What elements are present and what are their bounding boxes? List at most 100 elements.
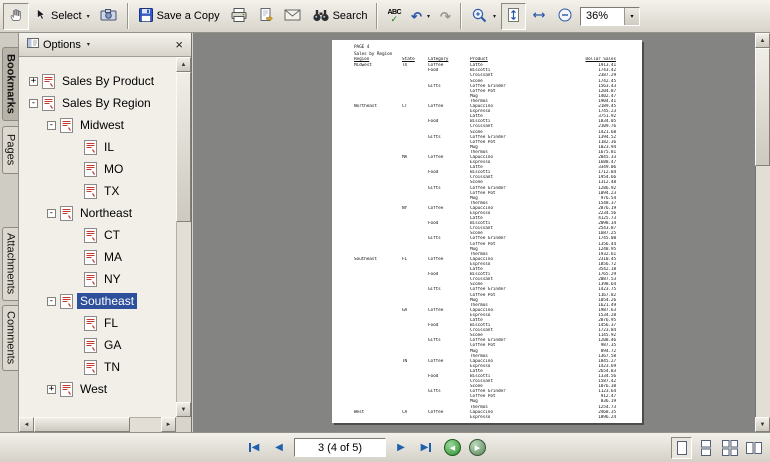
toolbar-separator [127,3,129,29]
snapshot-tool-button[interactable] [95,3,123,30]
bookmark-item[interactable]: - Midwest [19,114,176,136]
email-button[interactable] [279,3,307,30]
scroll-down-icon[interactable]: ▼ [755,417,770,432]
options-button[interactable]: Options ▾ [24,36,93,53]
scrollbar-thumb[interactable] [34,417,130,432]
next-view-button[interactable]: ▶ [469,439,486,456]
next-view-icon: ▶ [475,444,480,452]
tab-pages[interactable]: Pages [2,126,18,174]
expander-icon[interactable]: + [29,77,38,86]
first-page-bar [249,443,251,452]
previous-view-button[interactable]: ◀ [444,439,461,456]
scrollbar-thumb[interactable] [755,48,770,166]
zoom-level-value[interactable]: 36% [581,8,624,25]
bookmark-label: TX [101,183,122,199]
bookmarks-vertical-scrollbar[interactable]: ▲ ▼ [176,57,191,417]
last-page-button[interactable]: ▶ [416,437,436,458]
binoculars-icon [312,7,330,26]
bookmark-label: FL [101,315,121,331]
fit-page-button[interactable] [501,3,526,30]
bookmark-item[interactable]: IL [19,136,176,158]
bookmark-item[interactable]: MA [19,246,176,268]
zoom-tool-dropdown-icon[interactable]: ▾ [493,13,496,20]
fit-page-icon [506,7,521,26]
close-panel-button[interactable]: × [172,38,186,51]
scrollbar-corner [176,417,191,432]
scroll-down-icon[interactable]: ▼ [176,402,191,417]
tab-bookmarks[interactable]: Bookmarks [2,47,18,121]
undo-dropdown-icon[interactable]: ▾ [427,13,430,20]
expander-icon[interactable]: - [47,209,56,218]
bookmark-item[interactable]: GA [19,334,176,356]
column-header-state: State [402,57,428,62]
envelope-icon [284,8,302,25]
select-tool-button[interactable]: Select ▾ [29,3,95,30]
page-layout-buttons [671,437,764,459]
search-button[interactable]: Search [307,3,373,30]
expander-icon[interactable]: - [29,99,38,108]
bookmarks-panel: Options ▾ × + Sales By Product - Sales B… [19,33,192,432]
bookmark-item[interactable]: TX [19,180,176,202]
bookmark-page-icon [60,382,73,397]
bookmark-item[interactable]: TN [19,356,176,378]
fit-width-button[interactable] [526,3,552,30]
floppy-disk-icon [138,7,154,26]
expander-icon[interactable]: - [47,121,56,130]
bookmark-item[interactable]: CT [19,224,176,246]
bookmark-page-icon [84,228,97,243]
export-document-button[interactable] [253,3,279,30]
bookmark-item[interactable]: NY [19,268,176,290]
zoom-level-combobox[interactable]: 36% ▾ [580,7,640,26]
bookmark-item[interactable]: - Sales By Region [19,92,176,114]
bookmark-label: GA [101,337,124,353]
first-page-button[interactable]: ◀ [244,437,264,458]
bookmark-page-icon [84,360,97,375]
bookmark-item[interactable]: MO [19,158,176,180]
scroll-up-icon[interactable]: ▲ [755,33,770,48]
expander-icon[interactable]: + [47,385,56,394]
save-a-copy-button[interactable]: Save a Copy [133,3,225,30]
scrollbar-thumb[interactable] [176,72,191,222]
bookmark-label: Southeast [77,293,137,309]
document-vertical-scrollbar[interactable]: ▲ ▼ [755,33,770,432]
bookmark-page-icon [60,206,73,221]
cell-category [428,415,470,420]
bookmark-item[interactable]: - Northeast [19,202,176,224]
bookmark-item[interactable]: - Southeast [19,290,176,312]
bookmark-page-icon [84,184,97,199]
bookmark-item[interactable]: FL [19,312,176,334]
tab-attachments[interactable]: Attachments [2,227,18,301]
spellcheck-button[interactable]: ABC ✓ [382,3,406,30]
select-dropdown-icon[interactable]: ▾ [87,13,90,20]
bookmarks-horizontal-scrollbar[interactable]: ◄ ► [19,417,176,432]
bookmark-page-icon [42,74,55,89]
zoom-combo-dropdown-icon[interactable]: ▾ [624,8,639,25]
zoom-out-icon [557,7,573,26]
scroll-right-icon[interactable]: ► [161,417,176,432]
redo-button[interactable]: ↷ [435,3,456,30]
continuous-view-button[interactable] [695,437,716,459]
undo-button[interactable]: ↶ ▾ [406,3,435,30]
page-number-field[interactable]: 3 (4 of 5) [294,438,386,457]
pdf-page[interactable]: PAGE 4 Sales by Region Region State Cate… [332,40,642,423]
scroll-up-icon[interactable]: ▲ [176,57,191,72]
page-navigation: ◀ ◀ 3 (4 of 5) ▶ ▶ ◀ ▶ [244,437,486,458]
undo-icon: ↶ [411,10,422,23]
expander-icon[interactable]: - [47,297,56,306]
bookmark-item[interactable]: + West [19,378,176,400]
magnifier-plus-icon [471,7,488,26]
single-page-view-button[interactable] [671,437,692,459]
scroll-left-icon[interactable]: ◄ [19,417,34,432]
next-page-button[interactable]: ▶ [391,437,411,458]
hand-tool-button[interactable] [3,3,29,30]
previous-page-button[interactable]: ◀ [269,437,289,458]
column-header-dollar-sales: Dollar Sales [558,57,616,62]
tab-comments[interactable]: Comments [2,305,18,371]
facing-view-button[interactable] [743,437,764,459]
zoom-out-button[interactable] [552,3,578,30]
document-area[interactable]: PAGE 4 Sales by Region Region State Cate… [193,33,755,432]
bookmark-item[interactable]: + Sales By Product [19,70,176,92]
continuous-facing-view-button[interactable] [719,437,740,459]
print-button[interactable] [225,3,253,30]
zoom-in-tool-button[interactable]: ▾ [466,3,501,30]
